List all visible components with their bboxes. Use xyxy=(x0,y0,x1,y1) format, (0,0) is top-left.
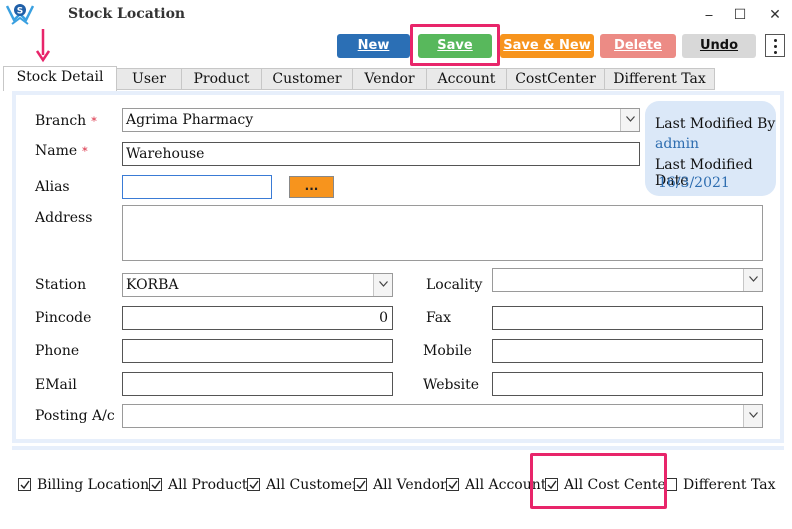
phone-field[interactable] xyxy=(122,339,393,363)
email-field[interactable] xyxy=(122,372,393,396)
billing-location-checkbox[interactable]: Billing Location xyxy=(18,477,149,495)
tab-user[interactable]: User xyxy=(116,68,182,90)
station-label: Station xyxy=(35,277,87,293)
modified-date-value: 16/3/2021 xyxy=(658,175,730,191)
different-tax-checkbox[interactable]: Different Tax xyxy=(664,477,776,495)
menu-dots-icon[interactable] xyxy=(765,34,785,57)
window-title: Stock Location xyxy=(68,6,186,22)
cost-center-highlight-box xyxy=(530,453,667,509)
name-label: Name * xyxy=(35,143,88,159)
name-field[interactable]: Warehouse xyxy=(122,142,640,166)
app-logo-icon: S xyxy=(6,4,34,25)
svg-text:S: S xyxy=(17,7,23,17)
locality-select[interactable] xyxy=(492,268,763,292)
branch-select[interactable]: Agrima Pharmacy xyxy=(122,108,640,132)
tab-customer[interactable]: Customer xyxy=(261,68,353,90)
fax-field[interactable] xyxy=(492,306,763,330)
modified-by-label: Last Modified By xyxy=(655,116,776,132)
alias-label: Alias xyxy=(35,179,70,195)
all-product-checkbox[interactable]: All Product xyxy=(149,477,248,495)
chevron-down-icon[interactable] xyxy=(620,109,639,131)
fax-label: Fax xyxy=(426,310,452,326)
undo-button[interactable]: Undo xyxy=(682,34,756,58)
tab-stock-detail[interactable]: Stock Detail xyxy=(3,66,117,91)
branch-label: Branch * xyxy=(35,113,97,129)
new-button[interactable]: New xyxy=(337,34,410,58)
website-label: Website xyxy=(423,377,480,393)
tab-costcenter[interactable]: CostCenter xyxy=(506,68,605,90)
modified-by-value: admin xyxy=(655,136,700,152)
phone-label: Phone xyxy=(35,343,80,359)
address-label: Address xyxy=(35,210,93,226)
all-customer-checkbox[interactable]: All Customer xyxy=(247,477,359,495)
checkmark-icon xyxy=(18,478,31,491)
delete-button[interactable]: Delete xyxy=(600,34,676,58)
save-highlight-box xyxy=(410,24,500,66)
title-bar: S Stock Location ⎯ ☐ ✕ xyxy=(0,0,792,32)
chevron-down-icon[interactable] xyxy=(373,274,392,296)
tab-vendor[interactable]: Vendor xyxy=(352,68,427,90)
maximize-button[interactable]: ☐ xyxy=(725,3,755,27)
arrow-down-icon xyxy=(36,29,50,63)
email-label: EMail xyxy=(35,377,77,393)
save-and-new-button[interactable]: Save & New xyxy=(500,34,594,58)
checkmark-icon xyxy=(247,478,260,491)
website-field[interactable] xyxy=(492,372,763,396)
locality-label: Locality xyxy=(426,277,483,293)
pincode-label: Pincode xyxy=(35,310,92,326)
address-textarea[interactable] xyxy=(122,205,763,261)
alias-field[interactable] xyxy=(122,175,272,199)
alias-browse-button[interactable]: ... xyxy=(289,176,334,198)
pincode-field[interactable]: 0 xyxy=(122,306,393,330)
minimize-button[interactable]: ⎯ xyxy=(694,3,724,27)
tab-account[interactable]: Account xyxy=(426,68,507,90)
chevron-down-icon[interactable] xyxy=(743,269,762,291)
branch-value: Agrima Pharmacy xyxy=(126,112,254,128)
last-modified-info: Last Modified By admin Last Modified Dat… xyxy=(645,101,776,196)
checkmark-icon xyxy=(446,478,459,491)
mobile-label: Mobile xyxy=(423,343,472,359)
posting-account-select[interactable] xyxy=(122,404,763,428)
station-value: KORBA xyxy=(126,277,179,293)
station-select[interactable]: KORBA xyxy=(122,273,393,297)
all-vendor-checkbox[interactable]: All Vendor xyxy=(354,477,447,495)
tab-different-tax[interactable]: Different Tax xyxy=(604,68,715,90)
checkmark-icon xyxy=(149,478,162,491)
checkmark-icon xyxy=(354,478,367,491)
mobile-field[interactable] xyxy=(492,339,763,363)
chevron-down-icon[interactable] xyxy=(743,405,762,427)
tab-product[interactable]: Product xyxy=(181,68,262,90)
posting-account-label: Posting A/c xyxy=(35,408,115,424)
close-button[interactable]: ✕ xyxy=(760,3,790,27)
